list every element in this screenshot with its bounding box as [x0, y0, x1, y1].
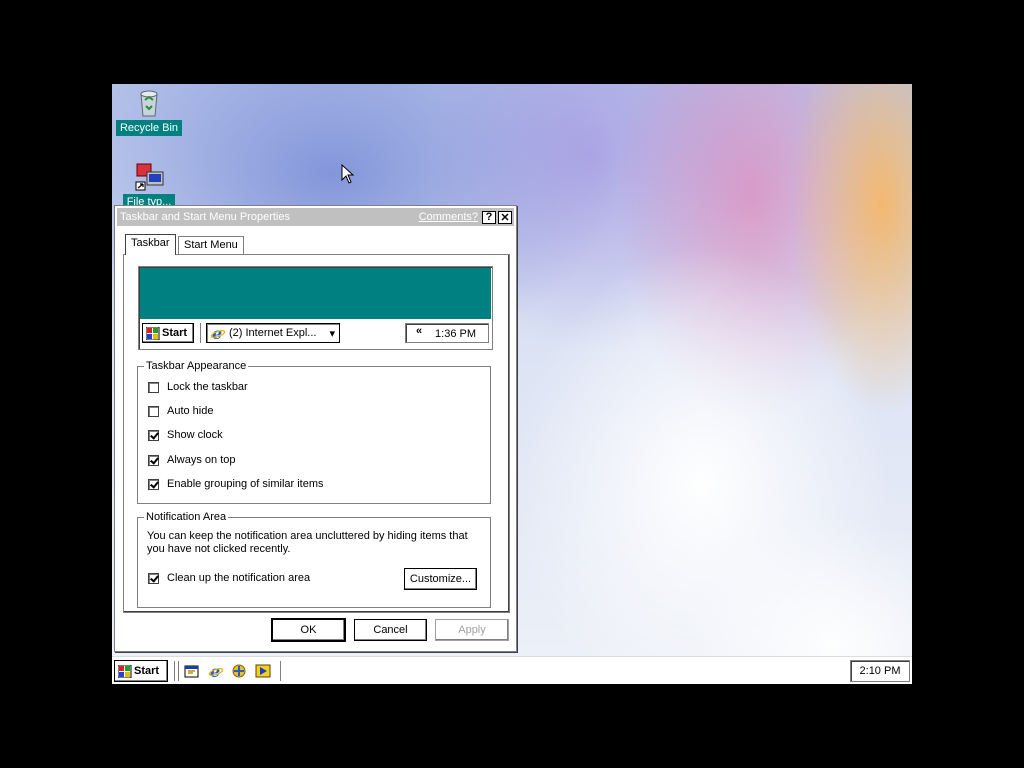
windows-flag-icon	[146, 326, 160, 340]
notification-area: 2:10 PM	[850, 660, 910, 682]
notification-area-legend: Notification Area	[144, 511, 229, 523]
show-clock-checkbox[interactable]: Show clock	[148, 429, 223, 441]
taskbar-properties-dialog: Taskbar and Start Menu Properties Commen…	[114, 205, 517, 652]
tab-taskbar[interactable]: Taskbar	[125, 234, 176, 255]
channels-icon[interactable]	[231, 663, 247, 679]
always-on-top-checkbox[interactable]: Always on top	[148, 454, 235, 466]
desktop-icon-file-types[interactable]: File typ...	[113, 160, 185, 210]
checkbox-label: Always on top	[167, 454, 236, 466]
checkbox-box[interactable]	[148, 429, 159, 441]
preview-notification-area: « 1:36 PM	[405, 323, 489, 343]
ok-button[interactable]: OK	[271, 618, 346, 642]
preview-task-label: (2) Internet Expl...	[229, 327, 317, 339]
preview-start-button: Start	[142, 323, 194, 343]
media-player-icon[interactable]	[255, 663, 271, 679]
preview-task-button: e (2) Internet Expl... ▾	[206, 323, 340, 343]
close-button[interactable]: ✕	[498, 210, 512, 224]
apply-button[interactable]: Apply	[435, 619, 509, 641]
desktop-icon-label: Recycle Bin	[115, 120, 183, 136]
notification-area-group: Notification Area You can keep the notif…	[137, 511, 491, 608]
dialog-titlebar[interactable]: Taskbar and Start Menu Properties Commen…	[117, 208, 514, 226]
checkbox-label: Lock the taskbar	[167, 381, 248, 393]
tab-start-menu[interactable]: Start Menu	[178, 236, 244, 254]
taskbar-preview: Start e (2) Internet Expl... ▾ « 1:36 PM	[138, 266, 493, 350]
internet-explorer-icon: e	[210, 325, 226, 341]
checkbox-box[interactable]	[148, 478, 159, 490]
taskbar-tab-panel: Start e (2) Internet Expl... ▾ « 1:36 PM	[123, 254, 510, 613]
show-desktop-icon[interactable]	[184, 663, 200, 679]
internet-explorer-icon[interactable]: e	[208, 663, 224, 679]
checkbox-box[interactable]	[148, 381, 159, 393]
preview-taskbar: Start e (2) Internet Expl... ▾ « 1:36 PM	[140, 319, 491, 348]
preview-clock: 1:36 PM	[435, 328, 476, 340]
help-button[interactable]: ?	[482, 210, 496, 224]
comments-link[interactable]: Comments?	[419, 211, 478, 223]
taskbar-appearance-legend: Taskbar Appearance	[144, 360, 249, 372]
start-button[interactable]: Start	[114, 660, 168, 682]
notification-description: You can keep the notification area unclu…	[147, 530, 468, 555]
dialog-title: Taskbar and Start Menu Properties	[120, 211, 290, 223]
checkbox-label: Enable grouping of similar items	[167, 478, 324, 490]
auto-hide-checkbox[interactable]: Auto hide	[148, 405, 213, 417]
toolbar-grip[interactable]	[280, 661, 284, 681]
chevron-left-double-icon: «	[416, 325, 423, 337]
checkbox-label: Clean up the notification area	[167, 572, 311, 584]
checkbox-box[interactable]	[148, 454, 159, 466]
desktop[interactable]: Recycle Bin File typ... Taskbar and Star…	[112, 84, 912, 684]
taskbar: Start e 2:10 PM	[112, 656, 912, 684]
cancel-button[interactable]: Cancel	[354, 619, 427, 641]
recycle-bin-icon	[133, 86, 165, 118]
taskbar-appearance-group: Taskbar Appearance Lock the taskbar Auto…	[137, 360, 491, 504]
cleanup-notification-checkbox[interactable]: Clean up the notification area	[148, 572, 310, 584]
mouse-cursor-icon	[341, 164, 355, 184]
group-similar-items-checkbox[interactable]: Enable grouping of similar items	[148, 478, 324, 490]
checkbox-box[interactable]	[148, 572, 159, 584]
preview-toolbar-grip	[200, 323, 204, 343]
file-types-icon	[133, 160, 165, 192]
chevron-down-icon: ▾	[329, 327, 335, 340]
preview-desktop-area	[140, 268, 491, 320]
desktop-icon-recycle-bin[interactable]: Recycle Bin	[113, 86, 185, 136]
checkbox-label: Auto hide	[167, 405, 214, 417]
checkbox-box[interactable]	[148, 405, 159, 417]
lock-taskbar-checkbox[interactable]: Lock the taskbar	[148, 381, 248, 393]
windows-flag-icon	[118, 664, 132, 678]
checkbox-label: Show clock	[167, 429, 223, 441]
start-label: Start	[134, 665, 160, 677]
taskbar-clock[interactable]: 2:10 PM	[860, 665, 901, 677]
toolbar-grip[interactable]	[178, 661, 182, 681]
customize-button[interactable]: Customize...	[404, 568, 477, 590]
preview-start-label: Start	[162, 327, 188, 339]
